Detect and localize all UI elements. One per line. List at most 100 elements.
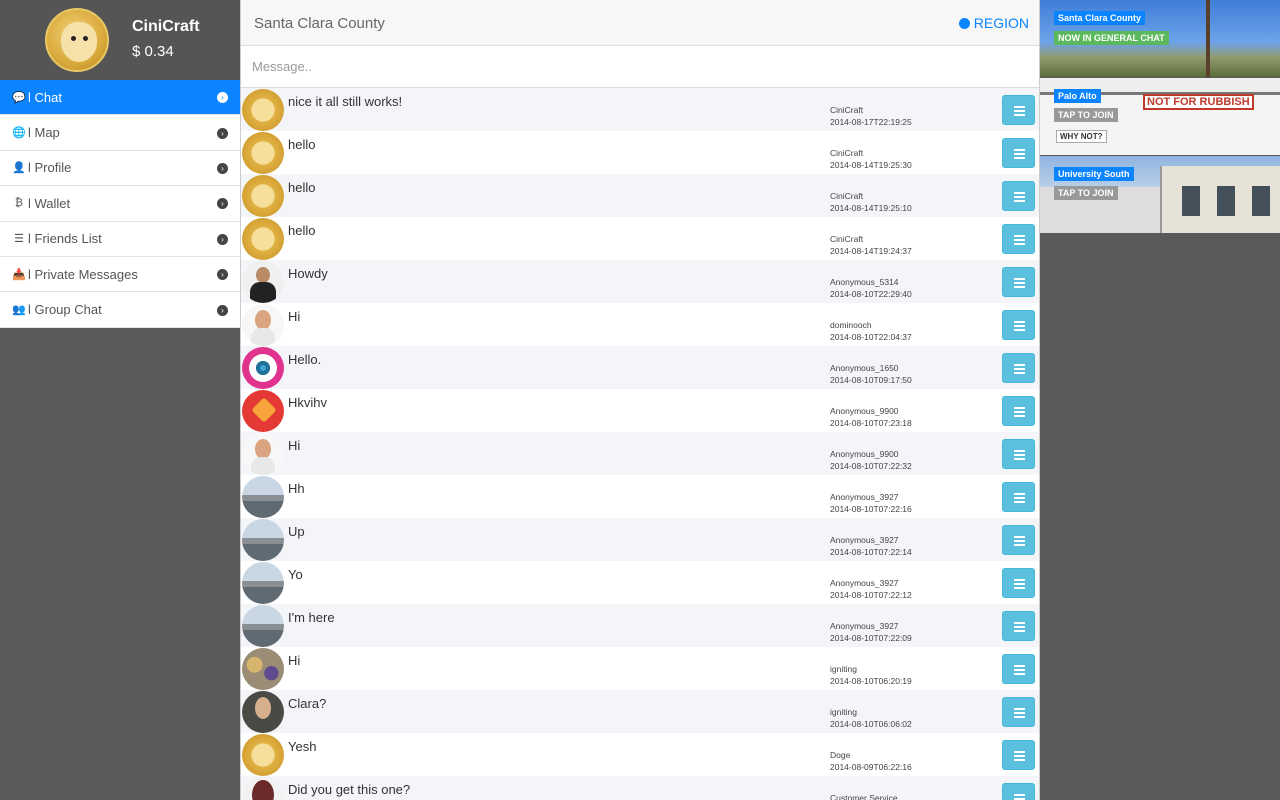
message-menu-button[interactable] <box>1002 482 1035 512</box>
avatar[interactable] <box>242 175 284 217</box>
menu-icon-bar <box>1014 544 1025 546</box>
message-meta: CiniCraft 2014-08-14T19:25:10 <box>830 191 912 214</box>
menu-icon-bar <box>1014 708 1025 710</box>
sidebar-item-5[interactable]: 📥 l Private Messages › <box>0 256 240 293</box>
message-user: Anonymous_3927 <box>830 621 899 631</box>
message-meta: Anonymous_3927 2014-08-10T07:22:14 <box>830 535 912 558</box>
message-menu-button[interactable] <box>1002 697 1035 727</box>
message-row: Hi Anonymous_9900 2014-08-10T07:22:32 <box>241 432 1039 475</box>
room-card[interactable]: Santa Clara County NOW IN GENERAL CHAT <box>1040 0 1280 77</box>
message-time: 2014-08-10T07:22:32 <box>830 460 912 471</box>
message-user: CiniCraft <box>830 234 864 244</box>
message-menu-button[interactable] <box>1002 267 1035 297</box>
room-name: University South <box>1054 167 1134 181</box>
menu-icon-bar <box>1014 622 1025 624</box>
message-menu-button[interactable] <box>1002 439 1035 469</box>
sidebar-item-3[interactable]: ₿ l Wallet › <box>0 186 240 222</box>
avatar[interactable] <box>242 390 284 432</box>
avatar[interactable] <box>242 734 284 776</box>
menu-icon-bar <box>1014 669 1025 671</box>
message-menu-button[interactable] <box>1002 654 1035 684</box>
message-row: Yo Anonymous_3927 2014-08-10T07:22:12 <box>241 561 1039 604</box>
region-button[interactable]: REGION <box>958 15 1029 31</box>
message-text: I'm here <box>288 610 335 625</box>
message-time: 2014-08-10T09:17:50 <box>830 374 912 385</box>
room-name: Palo Alto <box>1054 89 1101 103</box>
avatar[interactable] <box>242 777 284 800</box>
avatar[interactable] <box>242 691 284 733</box>
chevron-right-icon: › <box>217 304 228 316</box>
avatar[interactable] <box>242 347 284 389</box>
room-card[interactable]: University South TAP TO JOIN <box>1040 156 1280 233</box>
sidebar-item-label: l Profile <box>28 160 72 176</box>
sidebar-item-6[interactable]: 👥 l Group Chat › <box>0 292 240 328</box>
avatar[interactable] <box>242 433 284 475</box>
avatar[interactable] <box>242 562 284 604</box>
menu-icon-bar <box>1014 149 1025 151</box>
message-menu-button[interactable] <box>1002 783 1035 800</box>
menu-icon-bar <box>1014 411 1025 413</box>
message-menu-button[interactable] <box>1002 568 1035 598</box>
tap-to-join-button[interactable]: TAP TO JOIN <box>1054 186 1118 200</box>
menu-icon-bar <box>1014 450 1025 452</box>
username: CiniCraft <box>132 18 200 35</box>
menu-icon-bar <box>1014 321 1025 323</box>
avatar[interactable] <box>242 605 284 647</box>
sidebar-item-1[interactable]: 🌐 l Map › <box>0 115 240 151</box>
avatar[interactable] <box>242 304 284 346</box>
message-text: Hi <box>288 438 301 453</box>
menu-icon-bar <box>1014 755 1025 757</box>
message-user: Customer Service <box>830 793 898 800</box>
menu-icon-bar <box>1014 106 1025 108</box>
menu-icon-bar <box>1014 196 1025 198</box>
avatar[interactable] <box>242 89 284 131</box>
message-menu-button[interactable] <box>1002 181 1035 211</box>
sidebar-item-2[interactable]: 👤 l Profile › <box>0 150 240 187</box>
avatar[interactable] <box>242 519 284 561</box>
avatar[interactable] <box>242 476 284 518</box>
page-title: Santa Clara County <box>254 15 385 32</box>
message-menu-button[interactable] <box>1002 310 1035 340</box>
message-menu-button[interactable] <box>1002 525 1035 555</box>
message-time: 2014-08-10T22:29:40 <box>830 288 912 299</box>
menu-icon-bar <box>1014 114 1025 116</box>
message-time: 2014-08-17T22:19:25 <box>830 116 912 127</box>
message-user: dominooch <box>830 320 872 330</box>
menu-icon-bar <box>1014 794 1025 796</box>
message-text: Howdy <box>288 266 328 281</box>
room-card[interactable]: NOT FOR RUBBISH Palo Alto TAP TO JOIN WHY N… <box>1040 78 1280 155</box>
message-menu-button[interactable] <box>1002 138 1035 168</box>
tap-to-join-button[interactable]: TAP TO JOIN <box>1054 108 1118 122</box>
message-row: Hello. Anonymous_1650 2014-08-10T09:17:50 <box>241 346 1039 389</box>
avatar-face <box>61 22 97 62</box>
message-input[interactable] <box>241 46 1039 87</box>
menu-icon-bar <box>1014 243 1025 245</box>
chevron-right-icon: › <box>217 198 228 210</box>
message-text: Yo <box>288 567 303 582</box>
message-row: hello CiniCraft 2014-08-14T19:24:37 <box>241 217 1039 260</box>
chevron-right-icon: › <box>217 127 228 139</box>
avatar[interactable] <box>45 8 109 72</box>
message-meta: CiniCraft 2014-08-14T19:25:30 <box>830 148 912 171</box>
avatar[interactable] <box>242 132 284 174</box>
menu-icon-bar <box>1014 368 1025 370</box>
app-window: CiniCraft $ 0.34 💬 l Chat › 🌐 l Map › 👤 l Profi… <box>0 0 1280 800</box>
menu-icon-bar <box>1014 157 1025 159</box>
sidebar-item-0[interactable]: 💬 l Chat › <box>0 80 240 116</box>
message-list[interactable]: nice it all still works! CiniCraft 2014-08… <box>241 88 1039 800</box>
avatar[interactable] <box>242 261 284 303</box>
composer <box>241 46 1039 88</box>
message-menu-button[interactable] <box>1002 95 1035 125</box>
message-row: hello CiniCraft 2014-08-14T19:25:30 <box>241 131 1039 174</box>
message-menu-button[interactable] <box>1002 224 1035 254</box>
message-menu-button[interactable] <box>1002 611 1035 641</box>
message-menu-button[interactable] <box>1002 396 1035 426</box>
message-menu-button[interactable] <box>1002 353 1035 383</box>
menu-icon-bar <box>1014 415 1025 417</box>
message-text: hello <box>288 180 316 195</box>
chat-header: Santa Clara County REGION <box>241 0 1039 46</box>
sidebar-item-4[interactable]: ☰ l Friends List › <box>0 221 240 257</box>
avatar[interactable] <box>242 218 284 260</box>
avatar[interactable] <box>242 648 284 690</box>
message-menu-button[interactable] <box>1002 740 1035 770</box>
